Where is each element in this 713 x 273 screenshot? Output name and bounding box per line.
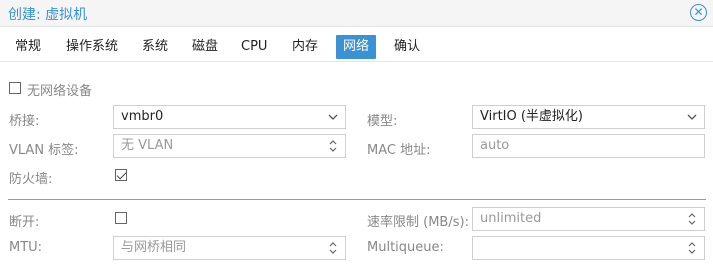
- tab-general[interactable]: 常规: [8, 35, 48, 59]
- firewall-label: 防火墙:: [9, 172, 53, 187]
- disconnect-checkbox[interactable]: [115, 212, 127, 224]
- model-label: 模型:: [367, 114, 398, 129]
- bridge-value: vmbr0: [121, 109, 164, 124]
- mtu-placeholder: 与网桥相同: [121, 240, 187, 255]
- bridge-select[interactable]: vmbr0: [113, 105, 346, 129]
- rate-limit-input[interactable]: unlimited: [472, 207, 705, 231]
- no-network-checkbox[interactable]: [9, 82, 21, 94]
- tab-os[interactable]: 操作系统: [59, 35, 125, 59]
- tab-system[interactable]: 系统: [135, 35, 175, 59]
- disconnect-label: 断开:: [9, 215, 40, 230]
- mtu-label: MTU:: [9, 240, 43, 255]
- title-bar: 创建: 虚拟机 ✕: [0, 0, 713, 27]
- tab-network[interactable]: 网络: [336, 35, 377, 59]
- multiqueue-input[interactable]: [472, 236, 705, 260]
- tab-confirm[interactable]: 确认: [387, 35, 427, 59]
- spinner-icon[interactable]: [686, 241, 698, 255]
- tab-underline: [0, 61, 713, 62]
- tab-disk[interactable]: 磁盘: [185, 35, 225, 59]
- firewall-checkbox[interactable]: [115, 169, 127, 181]
- mtu-input[interactable]: 与网桥相同: [113, 236, 346, 260]
- close-icon[interactable]: ✕: [690, 4, 707, 21]
- rate-limit-label: 速率限制 (MB/s):: [367, 215, 469, 230]
- chevron-down-icon: [328, 114, 338, 120]
- multiqueue-label: Multiqueue:: [367, 240, 444, 255]
- spinner-icon[interactable]: [327, 241, 339, 255]
- chevron-down-icon: [687, 114, 697, 120]
- spinner-icon[interactable]: [686, 212, 698, 226]
- spinner-icon[interactable]: [327, 139, 339, 153]
- model-select[interactable]: VirtIO (半虚拟化): [472, 105, 705, 129]
- vlan-input[interactable]: 无 VLAN: [113, 134, 346, 158]
- tab-cpu[interactable]: CPU: [234, 35, 274, 59]
- section-divider: [8, 199, 706, 200]
- model-value: VirtIO (半虚拟化): [480, 109, 584, 124]
- rate-limit-placeholder: unlimited: [480, 211, 542, 226]
- mac-placeholder: auto: [480, 138, 510, 153]
- no-network-label: 无网络设备: [27, 84, 93, 99]
- vlan-placeholder: 无 VLAN: [121, 138, 174, 153]
- vlan-label: VLAN 标签:: [9, 143, 79, 158]
- mac-label: MAC 地址:: [367, 143, 431, 158]
- window-title: 创建: 虚拟机: [8, 7, 88, 23]
- bridge-label: 桥接:: [9, 114, 40, 129]
- mac-input[interactable]: auto: [472, 134, 705, 158]
- tab-memory[interactable]: 内存: [285, 35, 325, 59]
